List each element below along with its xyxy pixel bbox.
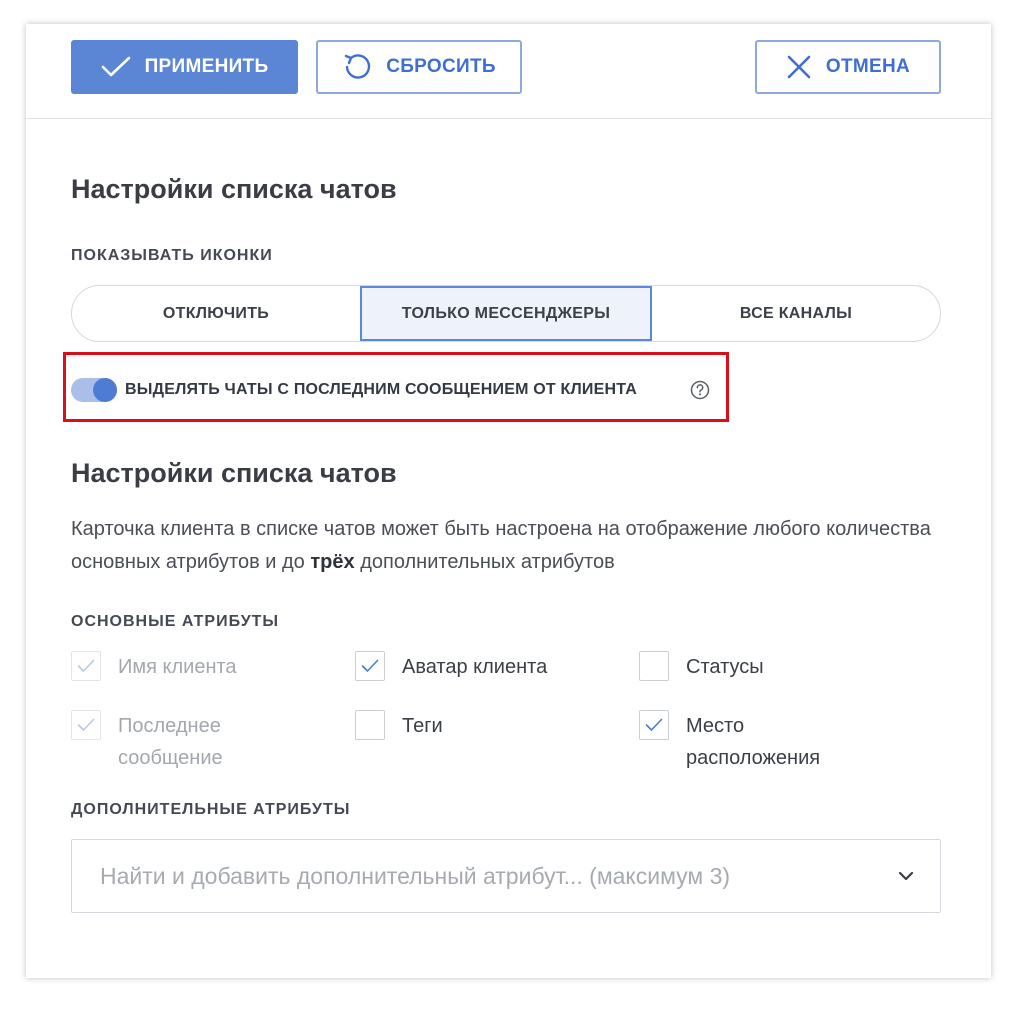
checkbox-client-name[interactable] bbox=[71, 651, 101, 681]
highlight-chats-toggle[interactable] bbox=[71, 378, 117, 402]
apply-button[interactable]: ПРИМЕНИТЬ bbox=[71, 40, 298, 94]
extra-attributes-select[interactable]: Найти и добавить дополнительный атрибут.… bbox=[71, 839, 941, 913]
extra-attributes-label: ДОПОЛНИТЕЛЬНЫЕ АТРИБУТЫ bbox=[71, 801, 351, 818]
icons-segmented-control: ОТКЛЮЧИТЬ ТОЛЬКО МЕССЕНДЖЕРЫ ВСЕ КАНАЛЫ bbox=[71, 285, 941, 342]
attr-tags: Теги bbox=[355, 710, 443, 742]
checkbox-statuses[interactable] bbox=[639, 651, 669, 681]
attr-label: Аватар клиента bbox=[402, 656, 548, 678]
attr-last-message: Последнее сообщение bbox=[71, 710, 271, 774]
settings-panel: ПРИМЕНИТЬ СБРОСИТЬ ОТМЕНА Настройки спис… bbox=[26, 24, 991, 978]
reset-icon bbox=[344, 54, 371, 79]
checkmark-icon bbox=[101, 56, 130, 77]
attr-client-name: Имя клиента bbox=[71, 651, 237, 683]
attr-client-avatar: Аватар клиента bbox=[355, 651, 547, 683]
chevron-down-icon bbox=[898, 871, 914, 881]
apply-button-label: ПРИМЕНИТЬ bbox=[144, 56, 269, 77]
checkbox-location[interactable] bbox=[639, 710, 669, 740]
attr-label: Имя клиента bbox=[118, 656, 237, 678]
segment-all-channels[interactable]: ВСЕ КАНАЛЫ bbox=[652, 286, 940, 341]
reset-button[interactable]: СБРОСИТЬ bbox=[316, 40, 522, 94]
extra-attributes-placeholder: Найти и добавить дополнительный атрибут.… bbox=[100, 862, 731, 889]
segment-disable[interactable]: ОТКЛЮЧИТЬ bbox=[72, 286, 360, 341]
attr-label: Теги bbox=[402, 715, 443, 737]
checkmark-icon bbox=[77, 659, 95, 672]
attr-label: Место расположения bbox=[686, 715, 821, 769]
toggle-knob bbox=[93, 378, 117, 402]
description-text-2: дополнительных атрибутов bbox=[354, 551, 615, 573]
checkmark-icon bbox=[361, 659, 379, 672]
checkbox-last-message[interactable] bbox=[71, 710, 101, 740]
checkbox-client-avatar[interactable] bbox=[355, 651, 385, 681]
toolbar: ПРИМЕНИТЬ СБРОСИТЬ ОТМЕНА bbox=[26, 24, 991, 119]
segment-messengers-only[interactable]: ТОЛЬКО МЕССЕНДЖЕРЫ bbox=[360, 286, 652, 341]
highlight-chats-label: ВЫДЕЛЯТЬ ЧАТЫ С ПОСЛЕДНИМ СООБЩЕНИЕМ ОТ … bbox=[125, 381, 637, 398]
checkmark-icon bbox=[645, 718, 663, 731]
attr-location: Место расположения bbox=[639, 710, 859, 774]
cancel-button-label: ОТМЕНА bbox=[825, 56, 911, 77]
checkbox-tags[interactable] bbox=[355, 710, 385, 740]
main-attributes-label: ОСНОВНЫЕ АТРИБУТЫ bbox=[71, 613, 280, 630]
checkmark-icon bbox=[77, 718, 95, 731]
attr-label: Статусы bbox=[686, 656, 764, 678]
reset-button-label: СБРОСИТЬ bbox=[386, 56, 496, 77]
section-title-chat-list: Настройки списка чатов bbox=[71, 174, 397, 204]
show-icons-label: ПОКАЗЫВАТЬ ИКОНКИ bbox=[71, 247, 273, 264]
attr-statuses: Статусы bbox=[639, 651, 764, 683]
cancel-button[interactable]: ОТМЕНА bbox=[755, 40, 941, 94]
card-description: Карточка клиента в списке чатов может бы… bbox=[71, 513, 941, 579]
attr-label: Последнее сообщение bbox=[118, 715, 223, 769]
description-bold: трёх bbox=[310, 551, 355, 573]
section-title-card-settings: Настройки списка чатов bbox=[71, 458, 397, 488]
close-icon bbox=[787, 55, 811, 79]
help-icon[interactable] bbox=[690, 380, 710, 400]
